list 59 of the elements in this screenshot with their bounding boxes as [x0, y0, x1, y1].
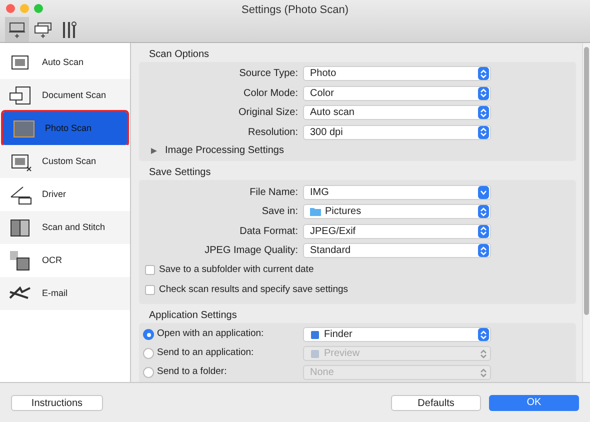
disclosure-toggle[interactable]: Image Processing Settings — [139, 142, 576, 159]
stepper-icon — [478, 224, 489, 238]
ok-button[interactable]: OK — [489, 394, 579, 410]
radio-label: Send to a folder: — [157, 365, 227, 380]
sidebar-item[interactable]: Custom Scan — [0, 145, 130, 178]
popup-button[interactable]: Finder — [303, 327, 491, 342]
field-label: Source Type: — [238, 67, 299, 82]
scrollbar[interactable] — [582, 43, 590, 382]
field-label: Save in: — [260, 205, 299, 220]
stepper-icon — [478, 205, 489, 218]
radio-button[interactable] — [143, 367, 154, 378]
stepper-icon — [478, 86, 489, 100]
sidebar-item[interactable]: E-mail — [0, 277, 130, 310]
field-label: Original Size: — [238, 106, 299, 120]
field-label: JPEG Image Quality: — [204, 244, 299, 258]
popup-button[interactable]: Standard — [303, 243, 491, 258]
popup-button[interactable]: Pictures — [303, 204, 491, 220]
checkbox[interactable] — [145, 265, 155, 276]
field-label: File Name: — [248, 186, 299, 200]
stepper-icon — [478, 126, 489, 139]
field-label: Data Format: — [238, 224, 299, 239]
close-button[interactable] — [6, 4, 15, 13]
sidebar-item[interactable]: Scan and Stitch — [0, 211, 130, 244]
section-title: Save Settings — [148, 166, 212, 180]
section-title: Scan Options — [148, 48, 210, 62]
checkbox-label: Save to a subfolder with current date — [159, 263, 314, 278]
radio-button[interactable] — [143, 348, 154, 359]
section-title: Application Settings — [148, 309, 238, 323]
instructions-button[interactable]: Instructions — [11, 394, 103, 410]
stepper-icon — [478, 244, 489, 258]
sidebar-item[interactable]: Document Scan — [0, 79, 130, 112]
scan-to-pc-icon — [33, 20, 53, 38]
zoom-button[interactable] — [34, 4, 43, 13]
popup-button[interactable]: JPEG/Exif — [303, 224, 491, 239]
stepper-icon — [478, 366, 489, 379]
defaults-button[interactable]: Defaults — [391, 394, 481, 410]
window-title: Settings (Photo Scan) — [240, 3, 350, 18]
checkbox[interactable] — [145, 285, 155, 296]
field-label: Color Mode: — [242, 86, 299, 101]
radio-label: Open with an application: — [157, 327, 264, 342]
stepper-icon — [478, 106, 489, 120]
field-label: Resolution: — [246, 126, 299, 140]
popup-button[interactable]: Color — [303, 86, 491, 101]
combo-box[interactable]: IMG — [303, 184, 491, 200]
scanner-icon — [7, 20, 27, 38]
minimize-button[interactable] — [20, 4, 29, 13]
popup-button[interactable]: 300 dpi — [303, 124, 491, 140]
disclosure-triangle-icon — [151, 148, 157, 154]
toolbar-tab[interactable] — [5, 17, 29, 42]
popup-button[interactable]: Auto scan — [303, 105, 491, 120]
stepper-icon — [478, 328, 489, 341]
checkbox-label: Check scan results and specify save settings — [159, 283, 348, 298]
radio-label: Send to an application: — [157, 346, 254, 360]
stepper-icon — [478, 347, 489, 360]
stepper-icon — [478, 67, 489, 80]
chevron-down-icon — [478, 186, 489, 199]
folder-icon — [310, 207, 321, 216]
popup-button[interactable]: Photo — [303, 66, 491, 82]
radio-button[interactable] — [143, 329, 154, 340]
